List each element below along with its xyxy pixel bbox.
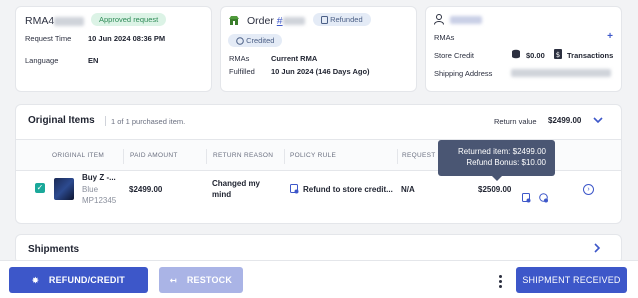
refund-credit-label: REFUND/CREDIT bbox=[48, 275, 125, 285]
col-original-item: ORIGINAL ITEM bbox=[52, 152, 105, 159]
col-paid-amount: PAID AMOUNT bbox=[130, 152, 178, 159]
col-return-reason: RETURN REASON bbox=[213, 152, 274, 159]
user-icon bbox=[434, 14, 444, 25]
restock-icon: ↤ bbox=[169, 276, 177, 285]
column-divider bbox=[123, 149, 124, 164]
order-number-link[interactable]: # bbox=[277, 15, 305, 27]
customer-card: RMAs + Store Credit $0.00 $ Transactions… bbox=[425, 6, 622, 92]
store-credit-value: $0.00 bbox=[526, 51, 545, 60]
fulfilled-value: 10 Jun 2024 (146 Days Ago) bbox=[271, 67, 370, 76]
column-divider bbox=[206, 149, 207, 164]
receipt-icon bbox=[321, 16, 328, 25]
chevron-down-icon[interactable] bbox=[593, 117, 603, 124]
order-rmas-label: RMAs bbox=[229, 54, 250, 63]
product-thumbnail bbox=[54, 178, 74, 200]
receipt-icon: $ bbox=[554, 49, 562, 59]
language-value: EN bbox=[88, 56, 99, 65]
order-rmas-value: Current RMA bbox=[271, 54, 318, 63]
policy-rule[interactable]: Refund to store credit... bbox=[303, 185, 393, 194]
shipments-title: Shipments bbox=[28, 244, 80, 255]
refund-icon[interactable] bbox=[522, 193, 531, 203]
reason-line1: Changed my bbox=[212, 179, 261, 188]
credited-badge: Credited bbox=[228, 34, 283, 47]
rma-number-redacted bbox=[54, 16, 85, 26]
order-card: Order # Refunded Credited RMAs Current R… bbox=[220, 6, 417, 92]
store-credit-label: Store Credit bbox=[434, 51, 475, 60]
policy-icon bbox=[290, 184, 299, 194]
col-request-date: REQUEST D bbox=[402, 152, 443, 159]
store-icon bbox=[229, 16, 239, 25]
column-divider bbox=[397, 149, 398, 164]
reason-line2: mind bbox=[212, 190, 232, 199]
shipping-address-label: Shipping Address bbox=[434, 69, 493, 78]
tooltip-line2: Refund Bonus: $10.00 bbox=[466, 158, 546, 167]
refunded-badge: Refunded bbox=[313, 13, 371, 26]
rma-number: RMA4 bbox=[25, 15, 55, 27]
credited-badge-label: Credited bbox=[246, 36, 275, 45]
item-sku: MP12345 bbox=[82, 196, 117, 205]
refund-credit-button[interactable]: ✸ REFUND/CREDIT bbox=[9, 267, 148, 293]
item-details-button[interactable]: › bbox=[583, 184, 594, 195]
column-divider bbox=[284, 149, 285, 164]
order-title-label: Order bbox=[247, 15, 274, 27]
request-date: N/A bbox=[401, 185, 415, 194]
transactions-link[interactable]: Transactions bbox=[567, 51, 613, 60]
customer-rmas-label: RMAs bbox=[434, 33, 455, 42]
request-time-label: Request Time bbox=[25, 34, 72, 43]
section-title: Original Items bbox=[28, 115, 95, 126]
restock-button[interactable]: ↤ RESTOCK bbox=[159, 267, 243, 293]
rma-card: RMA4 Approved request Request Time 10 Ju… bbox=[15, 6, 212, 92]
item-checkbox[interactable]: ✓ bbox=[35, 183, 45, 193]
order-number-redacted bbox=[282, 17, 305, 26]
chevron-right-icon[interactable] bbox=[594, 243, 601, 253]
coins-icon bbox=[512, 49, 520, 59]
rma-title: RMA4 bbox=[25, 15, 85, 27]
shipping-address-value bbox=[511, 69, 611, 77]
svg-text:$: $ bbox=[556, 51, 560, 59]
return-value: $2499.00 bbox=[548, 116, 582, 125]
paid-amount: $2499.00 bbox=[129, 185, 163, 194]
refunded-badge-label: Refunded bbox=[330, 15, 363, 24]
return-total: $2509.00 bbox=[478, 185, 512, 194]
restock-label: RESTOCK bbox=[186, 275, 233, 285]
sparkle-icon: ✸ bbox=[31, 276, 39, 285]
more-options-icon[interactable] bbox=[497, 275, 503, 289]
credit-icon[interactable] bbox=[539, 193, 549, 203]
tooltip-line1: Returned item: $2499.00 bbox=[457, 147, 546, 156]
shipment-received-button[interactable]: SHIPMENT RECEIVED bbox=[516, 267, 627, 293]
items-count: 1 of 1 purchased item. bbox=[111, 117, 186, 126]
request-time-value: 10 Jun 2024 08:36 PM bbox=[88, 34, 166, 43]
language-label: Language bbox=[25, 56, 59, 65]
credit-icon bbox=[236, 37, 244, 45]
col-policy-rule: POLICY RULE bbox=[290, 152, 337, 159]
title-divider bbox=[105, 116, 106, 126]
order-title: Order # bbox=[247, 15, 305, 27]
fulfilled-label: Fulfilled bbox=[229, 67, 255, 76]
customer-name-link[interactable] bbox=[450, 16, 482, 24]
return-value-label: Return value bbox=[494, 117, 537, 126]
item-variant: Blue bbox=[82, 185, 99, 194]
add-rma-button[interactable]: + bbox=[607, 31, 613, 42]
status-badge: Approved request bbox=[91, 13, 167, 26]
order-number-prefix: # bbox=[276, 15, 283, 27]
item-name[interactable]: Buy Z -... bbox=[82, 173, 116, 182]
return-value-tooltip: Returned item: $2499.00 Refund Bonus: $1… bbox=[438, 140, 555, 181]
